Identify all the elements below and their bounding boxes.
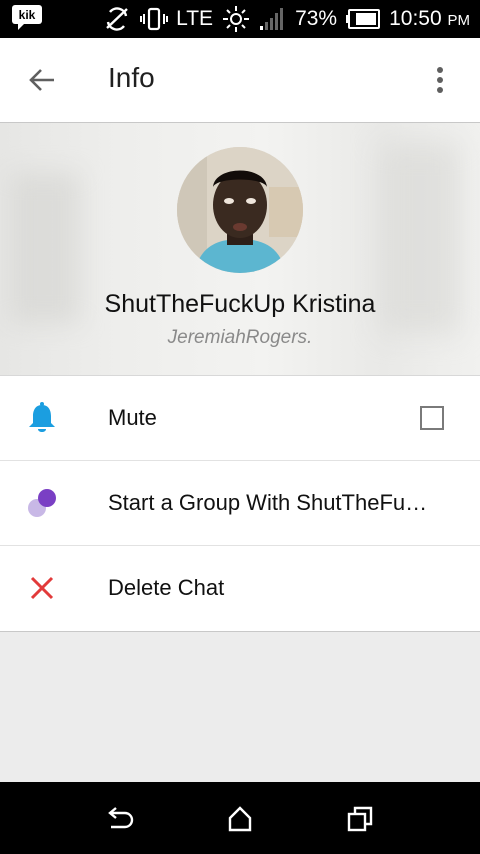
start-group-option[interactable]: Start a Group With ShutTheFu…	[0, 461, 480, 546]
network-type: LTE	[176, 7, 214, 30]
mute-option[interactable]: Mute	[0, 376, 480, 461]
app-bar: Info	[0, 38, 480, 123]
avatar[interactable]	[177, 147, 303, 273]
start-group-label: Start a Group With ShutTheFu…	[108, 490, 428, 515]
more-vertical-icon	[437, 67, 443, 93]
profile-username: JeremiahRogers.	[167, 327, 313, 348]
group-icon	[24, 485, 60, 521]
clock-time: 10:50	[389, 7, 442, 30]
avatar-photo	[177, 147, 303, 273]
signal-icon	[260, 8, 284, 30]
no-sync-icon	[106, 7, 128, 31]
bell-icon	[24, 400, 60, 436]
page-title: Info	[108, 62, 155, 93]
back-button[interactable]	[22, 60, 62, 100]
delete-chat-label: Delete Chat	[108, 575, 225, 600]
mute-checkbox[interactable]	[420, 406, 444, 430]
vibrate-icon	[140, 7, 169, 31]
battery-icon	[346, 9, 381, 29]
clock: 10:50 PM	[389, 7, 470, 31]
profile-display-name: ShutTheFuckUp Kristina	[104, 290, 376, 318]
clock-ampm: PM	[447, 12, 471, 29]
profile-header: ShutTheFuckUp Kristina JeremiahRogers.	[0, 123, 480, 375]
nav-back-icon	[108, 807, 134, 829]
delete-chat-option[interactable]: Delete Chat	[0, 546, 480, 631]
nav-recents-button[interactable]	[340, 802, 380, 836]
navigation-bar	[0, 782, 480, 854]
kik-logo-icon: kik	[12, 5, 42, 30]
nav-home-icon	[228, 806, 252, 832]
nav-home-button[interactable]	[220, 802, 260, 836]
more-options-button[interactable]	[420, 60, 460, 100]
brightness-icon	[223, 6, 250, 32]
options-list: Mute Start a Group With ShutTheFu… Delet…	[0, 375, 480, 632]
kik-logo-text: kik	[19, 8, 36, 22]
battery-percent: 73%	[295, 7, 338, 30]
mute-label: Mute	[108, 405, 157, 430]
back-arrow-icon	[29, 69, 54, 91]
nav-back-button[interactable]	[100, 802, 140, 836]
close-icon	[24, 570, 60, 606]
nav-recents-icon	[347, 806, 373, 832]
status-bar: kik LTE 73% 10:50 PM	[0, 0, 480, 38]
